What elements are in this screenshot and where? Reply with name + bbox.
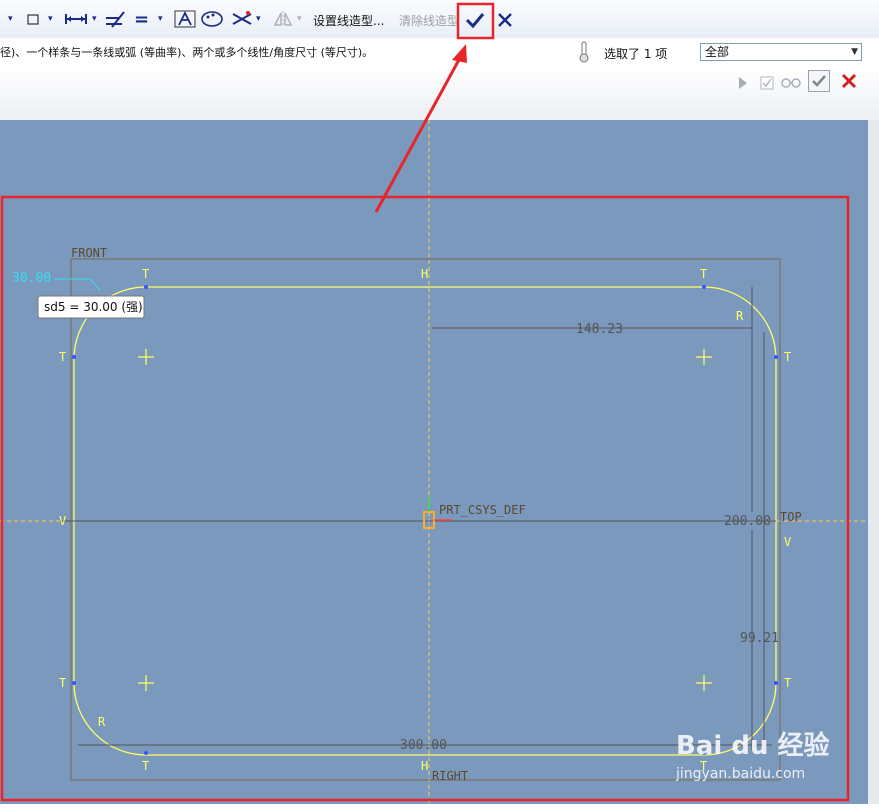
annotation-arrowhead bbox=[452, 44, 467, 63]
checkmark-highlight-box bbox=[456, 2, 495, 40]
annotation-overlay bbox=[374, 2, 495, 213]
annotation-arrow bbox=[374, 55, 463, 213]
